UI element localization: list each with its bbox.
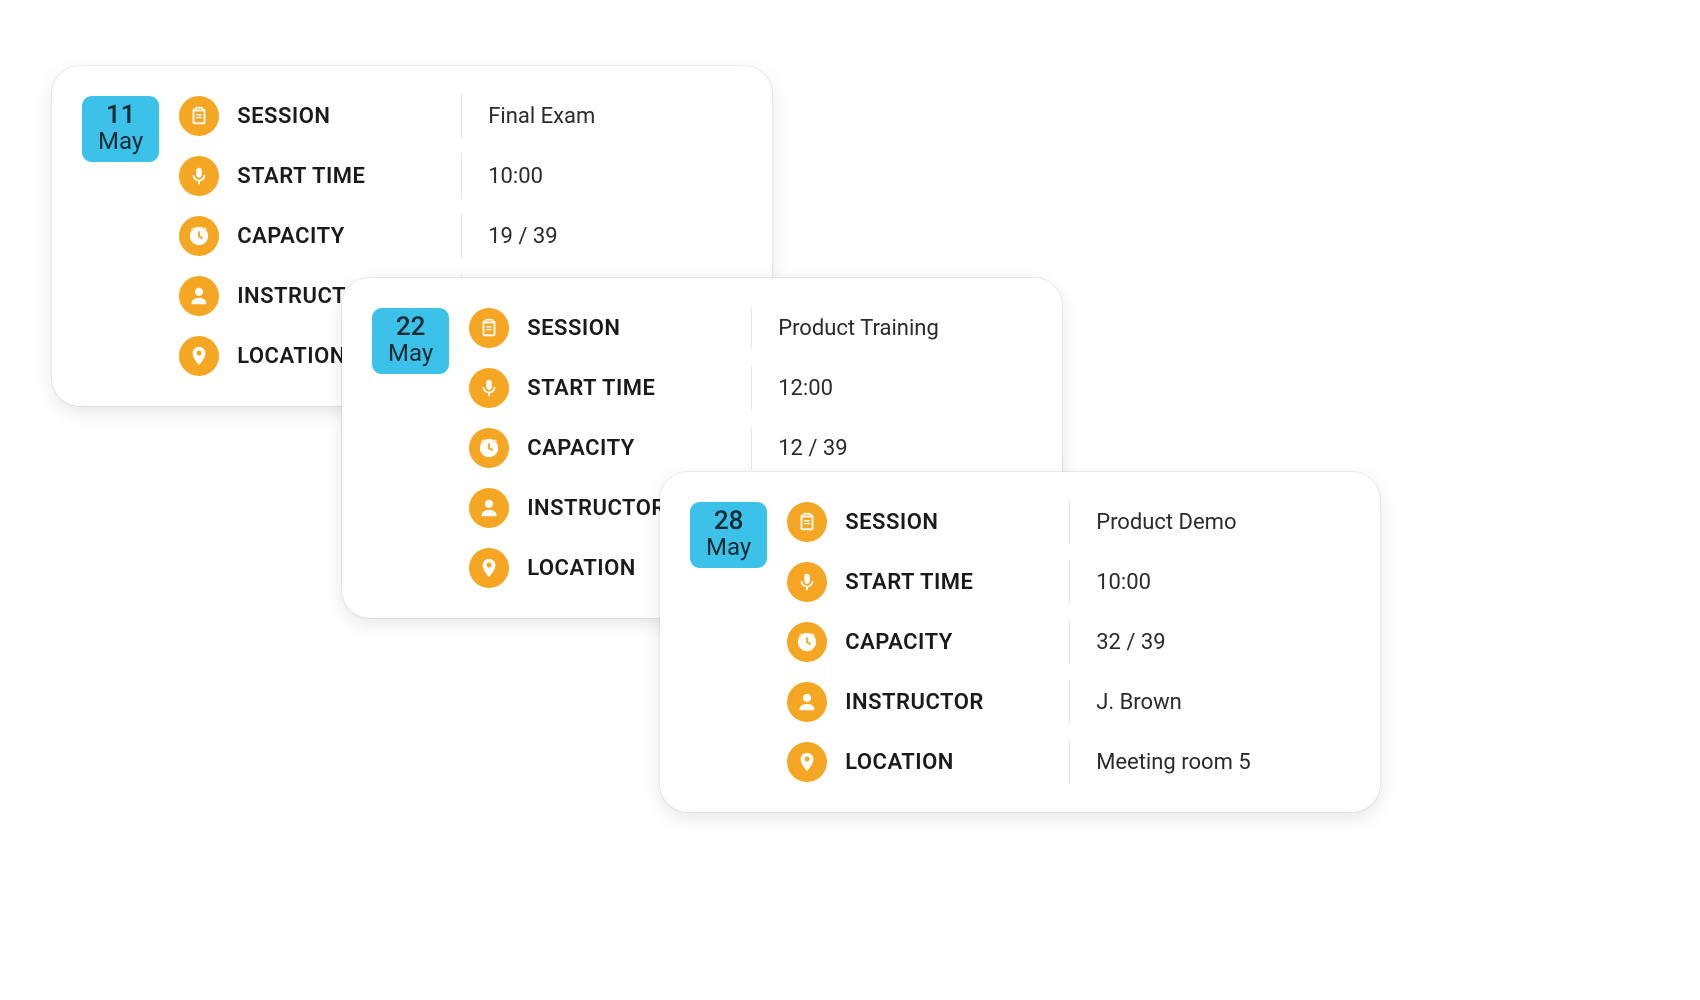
clipboard-icon <box>179 96 219 136</box>
label-location: LOCATION <box>845 750 1055 775</box>
label-capacity: CAPACITY <box>845 630 1055 655</box>
value-capacity: 19 / 39 <box>461 214 738 258</box>
date-badge: 28 May <box>690 502 767 568</box>
pin-icon <box>179 336 219 376</box>
value-session: Product Training <box>751 306 1028 350</box>
value-start-time: 10:00 <box>1069 560 1346 604</box>
session-card: 28 May SESSION Product Demo START TIME 1… <box>660 472 1380 812</box>
row-capacity: CAPACITY 32 / 39 <box>787 620 1346 664</box>
user-icon <box>179 276 219 316</box>
value-start-time: 12:00 <box>751 366 1028 410</box>
row-session: SESSION Product Training <box>469 306 1028 350</box>
value-capacity: 32 / 39 <box>1069 620 1346 664</box>
date-badge: 11 May <box>82 96 159 162</box>
date-month: May <box>706 535 751 560</box>
row-start-time: START TIME 12:00 <box>469 366 1028 410</box>
row-capacity: CAPACITY 19 / 39 <box>179 214 738 258</box>
clipboard-icon <box>469 308 509 348</box>
row-session: SESSION Product Demo <box>787 500 1346 544</box>
value-capacity: 12 / 39 <box>751 426 1028 470</box>
row-start-time: START TIME 10:00 <box>787 560 1346 604</box>
value-session: Final Exam <box>461 94 738 138</box>
date-day: 22 <box>388 314 433 341</box>
row-session: SESSION Final Exam <box>179 94 738 138</box>
date-month: May <box>98 129 143 154</box>
label-start-time: START TIME <box>845 570 1055 595</box>
user-icon <box>787 682 827 722</box>
row-capacity: CAPACITY 12 / 39 <box>469 426 1028 470</box>
label-capacity: CAPACITY <box>527 436 737 461</box>
mic-icon <box>787 562 827 602</box>
label-start-time: START TIME <box>237 164 447 189</box>
date-day: 11 <box>98 102 143 129</box>
date-badge: 22 May <box>372 308 449 374</box>
date-day: 28 <box>706 508 751 535</box>
date-month: May <box>388 341 433 366</box>
clipboard-icon <box>787 502 827 542</box>
alarm-clock-icon <box>787 622 827 662</box>
label-session: SESSION <box>237 104 447 129</box>
session-rows: SESSION Product Demo START TIME 10:00 CA… <box>787 500 1346 784</box>
value-location: Meeting room 5 <box>1069 740 1346 784</box>
mic-icon <box>469 368 509 408</box>
label-instructor: INSTRUCTOR <box>845 690 1055 715</box>
value-start-time: 10:00 <box>461 154 738 198</box>
pin-icon <box>787 742 827 782</box>
value-instructor: J. Brown <box>1069 680 1346 724</box>
alarm-clock-icon <box>179 216 219 256</box>
label-start-time: START TIME <box>527 376 737 401</box>
alarm-clock-icon <box>469 428 509 468</box>
mic-icon <box>179 156 219 196</box>
label-session: SESSION <box>527 316 737 341</box>
label-session: SESSION <box>845 510 1055 535</box>
user-icon <box>469 488 509 528</box>
row-location: LOCATION Meeting room 5 <box>787 740 1346 784</box>
value-session: Product Demo <box>1069 500 1346 544</box>
pin-icon <box>469 548 509 588</box>
row-instructor: INSTRUCTOR J. Brown <box>787 680 1346 724</box>
row-start-time: START TIME 10:00 <box>179 154 738 198</box>
label-capacity: CAPACITY <box>237 224 447 249</box>
